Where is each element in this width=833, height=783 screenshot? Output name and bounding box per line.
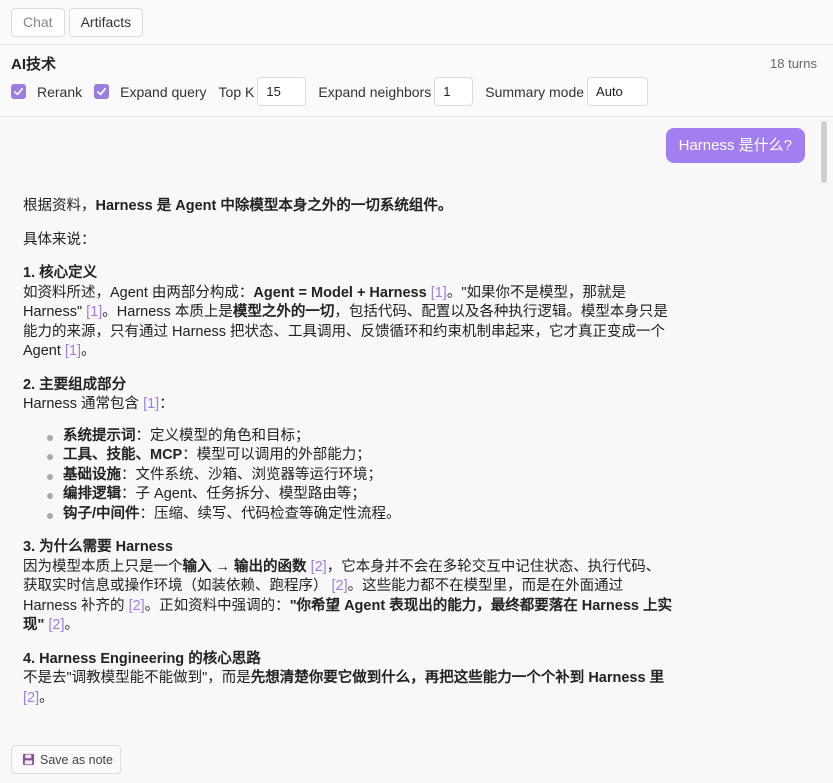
answer-intro: 根据资料，Harness 是 Agent 中除模型本身之外的一切系统组件。 (23, 198, 453, 214)
citation-link[interactable]: [1] (431, 285, 447, 301)
topk-control: Top K 15 (219, 77, 307, 106)
list-item: 基础设施：文件系统、沙箱、浏览器等运行环境； (47, 466, 673, 486)
citation-link[interactable]: [2] (23, 690, 39, 706)
tab-chat[interactable]: Chat (11, 7, 65, 37)
section-title: 2. 主要组成部分 (23, 376, 127, 393)
citation-link[interactable]: [2] (129, 598, 145, 614)
save-as-note-button[interactable]: Save as note (11, 745, 121, 774)
assistant-answer: 根据资料，Harness 是 Agent 中除模型本身之外的一切系统组件。 具体… (23, 197, 673, 722)
turns-count: 18 turns (770, 56, 817, 71)
scrollbar-thumb[interactable] (821, 121, 827, 183)
rerank-toggle[interactable]: Rerank (11, 84, 82, 100)
summary-label: Summary mode (485, 83, 585, 100)
expand-query-toggle[interactable]: Expand query (94, 83, 207, 100)
checkmark-icon (97, 87, 107, 96)
floppy-disk-icon (22, 753, 35, 766)
tab-artifacts[interactable]: Artifacts (68, 7, 144, 37)
list-item: 工具、技能、MCP：模型可以调用的外部能力； (47, 446, 673, 466)
citation-link[interactable]: [1] (65, 343, 81, 359)
list-item: 系统提示词：定义模型的角色和目标； (47, 427, 673, 447)
rerank-label: Rerank (37, 83, 83, 100)
conversation-header: AI技术 18 turns Rerank Expand query Top K … (0, 45, 833, 117)
rerank-checkbox[interactable] (11, 84, 26, 99)
answer-lead: 具体来说： (23, 231, 96, 248)
citation-link[interactable]: [1] (143, 396, 159, 412)
neighbors-control: Expand neighbors 1 (318, 77, 474, 106)
chat-panel: Harness 是什么? 根据资料，Harness 是 Agent 中除模型本身… (0, 117, 833, 783)
summary-mode-select[interactable]: Auto (587, 77, 649, 106)
user-message: Harness 是什么? (665, 128, 805, 163)
topk-label: Top K (218, 83, 255, 100)
neighbors-input[interactable]: 1 (434, 77, 474, 106)
section-core-definition: 1. 核心定义 如资料所述，Agent 由两部分构成：Agent = Model… (23, 264, 673, 362)
citation-link[interactable]: [1] (86, 304, 102, 320)
section-title: 3. 为什么需要 Harness (23, 539, 173, 555)
neighbors-label: Expand neighbors (318, 83, 432, 100)
list-item: 编排逻辑：子 Agent、任务拆分、模型路由等； (47, 485, 673, 505)
section-why-harness: 3. 为什么需要 Harness 因为模型本质上只是一个输入 → 输出的函数 [… (23, 539, 672, 633)
save-as-note-label: Save as note (40, 752, 113, 767)
citation-link[interactable]: [2] (307, 559, 327, 575)
expand-query-checkbox[interactable] (94, 84, 110, 99)
citation-link[interactable]: [2] (44, 617, 64, 633)
summary-control: Summary mode Auto (485, 77, 649, 106)
citation-link[interactable]: [2] (332, 578, 348, 594)
components-list: 系统提示词：定义模型的角色和目标； 工具、技能、MCP：模型可以调用的外部能力；… (47, 427, 673, 525)
section-title: 4. Harness Engineering 的核心思路 (23, 650, 261, 667)
section-engineering: 4. Harness Engineering 的核心思路 不是去"调教模型能不能… (23, 650, 673, 709)
section-title: 1. 核心定义 (23, 265, 98, 281)
retrieval-controls: Rerank Expand query Top K 15 Expand neig… (11, 77, 660, 106)
checkmark-icon (14, 87, 23, 96)
page-title: AI技术 (11, 56, 57, 73)
expand-query-label: Expand query (120, 83, 207, 100)
tab-bar: Chat Artifacts (0, 0, 833, 45)
list-item: 钩子/中间件：压缩、续写、代码检查等确定性流程。 (47, 505, 673, 525)
section-components: 2. 主要组成部分 Harness 通常包含 [1]： 系统提示词：定义模型的角… (23, 376, 673, 525)
topk-input[interactable]: 15 (257, 77, 307, 106)
